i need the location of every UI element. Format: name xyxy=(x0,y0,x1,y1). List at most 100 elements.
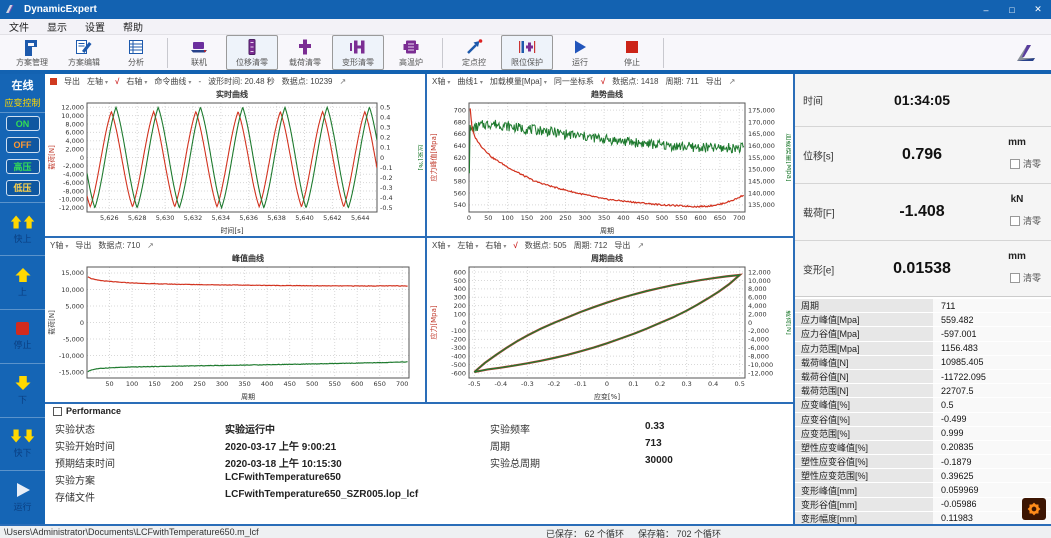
left-axis-dropdown[interactable]: 左轴 xyxy=(457,240,478,251)
table-row[interactable]: 变形谷值[mm]-0.05986 xyxy=(795,498,1051,511)
menu-display[interactable]: 显示 xyxy=(38,19,76,34)
app-window: DynamicExpert – □ ✕ 文件 显示 设置 帮助 方案管理 方案编… xyxy=(0,0,1051,538)
disp-zero-button[interactable]: 位移清零 xyxy=(226,35,278,70)
left-axis-dropdown[interactable]: 左轴 xyxy=(87,76,108,87)
minimize-button[interactable]: – xyxy=(973,0,999,19)
menu-settings[interactable]: 设置 xyxy=(76,19,114,34)
svg-text:145,000: 145,000 xyxy=(748,177,775,185)
table-row[interactable]: 应力范围[Mpa]1156.483 xyxy=(795,342,1051,355)
settings-gear-button[interactable] xyxy=(1022,498,1046,520)
load-zero-button[interactable]: 载荷清零 xyxy=(280,36,330,69)
zero-checkbox[interactable] xyxy=(1010,159,1020,169)
up-button[interactable]: 上 xyxy=(0,255,45,309)
stop-button[interactable]: 停止 xyxy=(607,36,657,69)
right-axis-dropdown[interactable]: 右轴 xyxy=(485,240,506,251)
svg-text:0.3: 0.3 xyxy=(380,124,390,132)
svg-text:150: 150 xyxy=(521,214,533,222)
run-button[interactable]: 运行 xyxy=(555,36,605,69)
stat-value: 559.482 xyxy=(933,313,1051,326)
check-icon: √ xyxy=(115,77,119,86)
table-row[interactable]: 应变峰值[%]0.5 xyxy=(795,398,1051,411)
table-row[interactable]: 塑性应变范围[%]0.39625 xyxy=(795,469,1051,482)
svg-text:200: 200 xyxy=(540,214,552,222)
limit-protect-button[interactable]: 限位保护 xyxy=(501,35,553,70)
curve1-dropdown[interactable]: 曲线1 xyxy=(457,76,482,87)
table-row[interactable]: 应力峰值[Mpa]559.482 xyxy=(795,313,1051,326)
cmd-curve-dropdown[interactable]: 命令曲线 xyxy=(154,76,191,87)
high-pressure-button[interactable]: 高压 xyxy=(6,159,40,174)
analyze-button[interactable]: 分析 xyxy=(111,36,161,69)
table-row[interactable]: 载荷峰值[N]10985.405 xyxy=(795,356,1051,369)
y-axis-dropdown[interactable]: Y轴 xyxy=(50,240,68,251)
svg-text:-300: -300 xyxy=(451,344,466,352)
svg-text:-0.2: -0.2 xyxy=(548,380,561,388)
plan-manage-button[interactable]: 方案管理 xyxy=(7,36,57,69)
table-row[interactable]: 载荷范围[N]22707.5 xyxy=(795,384,1051,397)
fast-up-button[interactable]: 快上 xyxy=(0,202,45,256)
down-button[interactable]: 下 xyxy=(0,363,45,417)
measurement-readout: 变形[e]0.01538mm清零 xyxy=(795,241,1051,298)
trend-curve-header: X轴 曲线1 加载模量[Mpa] 同一坐标系 √ 数据点: 1418 周期: 7… xyxy=(427,74,793,88)
menu-bar: 文件 显示 设置 帮助 xyxy=(0,19,1051,35)
table-row[interactable]: 载荷谷值[N]-11722.095 xyxy=(795,370,1051,383)
svg-text:4,000: 4,000 xyxy=(748,302,767,310)
export-link[interactable]: 导出 xyxy=(64,76,80,87)
readout-value: 0.01538 xyxy=(855,260,989,278)
expand-icon[interactable]: ↗ xyxy=(729,77,736,86)
stat-value: 0.059969 xyxy=(933,483,1051,496)
furnace-button[interactable]: 高温炉 xyxy=(386,36,436,69)
perf-value: LCFwithTemperature650_SZR005.lop_lcf xyxy=(225,489,418,500)
jog-stop-button[interactable]: 停止 xyxy=(0,309,45,363)
expand-icon[interactable]: ↗ xyxy=(637,241,644,250)
zero-checkbox[interactable] xyxy=(1010,216,1020,226)
control-sidebar: 在线 应变控制 ON OFF 高压 低压 快上 上 停止 下 快下 运行 xyxy=(0,74,45,524)
table-row[interactable]: 应变谷值[%]-0.499 xyxy=(795,413,1051,426)
table-row[interactable]: 塑性应变峰值[%]0.20835 xyxy=(795,441,1051,454)
same-coord-label[interactable]: 同一坐标系 xyxy=(554,76,594,87)
table-row[interactable]: 周期711 xyxy=(795,299,1051,312)
readout-panel: 时间 01:34:05 位移[s]0.796mm清零载荷[F]-1.408kN清… xyxy=(793,74,1051,524)
x-axis-dropdown[interactable]: X轴 xyxy=(432,240,450,251)
cycle-curve-chart: 周期曲线-0.5-0.4-0.3-0.2-0.100.10.20.30.40.5… xyxy=(427,252,791,402)
plan-edit-button[interactable]: 方案编辑 xyxy=(59,36,109,69)
svg-text:5,642: 5,642 xyxy=(323,214,342,222)
down-icon xyxy=(14,375,32,391)
fixed-point-button[interactable]: 定点控 xyxy=(449,36,499,69)
svg-text:8,000: 8,000 xyxy=(65,120,84,128)
expand-icon[interactable]: ↗ xyxy=(340,77,347,86)
on-button[interactable]: ON xyxy=(6,116,40,131)
right-axis-dropdown[interactable]: 右轴 xyxy=(126,76,147,87)
svg-text:350: 350 xyxy=(238,380,250,388)
maximize-button[interactable]: □ xyxy=(999,0,1025,19)
off-button[interactable]: OFF xyxy=(6,137,40,152)
stat-label: 周期 xyxy=(795,299,933,312)
connect-button[interactable]: 联机 xyxy=(174,36,224,69)
table-row[interactable]: 变形幅度[mm]0.11983 xyxy=(795,512,1051,524)
low-pressure-button[interactable]: 低压 xyxy=(6,180,40,195)
export-link[interactable]: 导出 xyxy=(706,76,722,87)
stop-icon xyxy=(622,38,642,56)
perf-label: 存储文件 xyxy=(55,489,95,504)
table-row[interactable]: 塑性应变谷值[%]-0.1879 xyxy=(795,455,1051,468)
table-row[interactable]: 变形峰值[mm]0.059969 xyxy=(795,483,1051,496)
export-link[interactable]: 导出 xyxy=(75,240,91,251)
modulus-dropdown[interactable]: 加载模量[Mpa] xyxy=(490,76,547,87)
svg-text:175,000: 175,000 xyxy=(748,106,775,114)
check-icon: √ xyxy=(513,241,517,250)
svg-text:0.5: 0.5 xyxy=(735,380,745,388)
svg-text:300: 300 xyxy=(579,214,591,222)
deform-zero-button[interactable]: 变形清零 xyxy=(332,35,384,70)
expand-icon[interactable]: ↗ xyxy=(147,241,154,250)
zero-checkbox[interactable] xyxy=(1010,273,1020,283)
svg-text:600: 600 xyxy=(454,268,466,276)
table-row[interactable]: 应力谷值[Mpa]-597.001 xyxy=(795,327,1051,340)
x-axis-dropdown[interactable]: X轴 xyxy=(432,76,450,87)
export-link[interactable]: 导出 xyxy=(614,240,630,251)
table-row[interactable]: 应变范围[%]0.999 xyxy=(795,427,1051,440)
close-button[interactable]: ✕ xyxy=(1025,0,1051,19)
menu-help[interactable]: 帮助 xyxy=(114,19,152,34)
menu-file[interactable]: 文件 xyxy=(0,19,38,34)
svg-text:170,000: 170,000 xyxy=(748,118,775,126)
fast-down-button[interactable]: 快下 xyxy=(0,417,45,471)
sidebar-run-button[interactable]: 运行 xyxy=(0,470,45,524)
